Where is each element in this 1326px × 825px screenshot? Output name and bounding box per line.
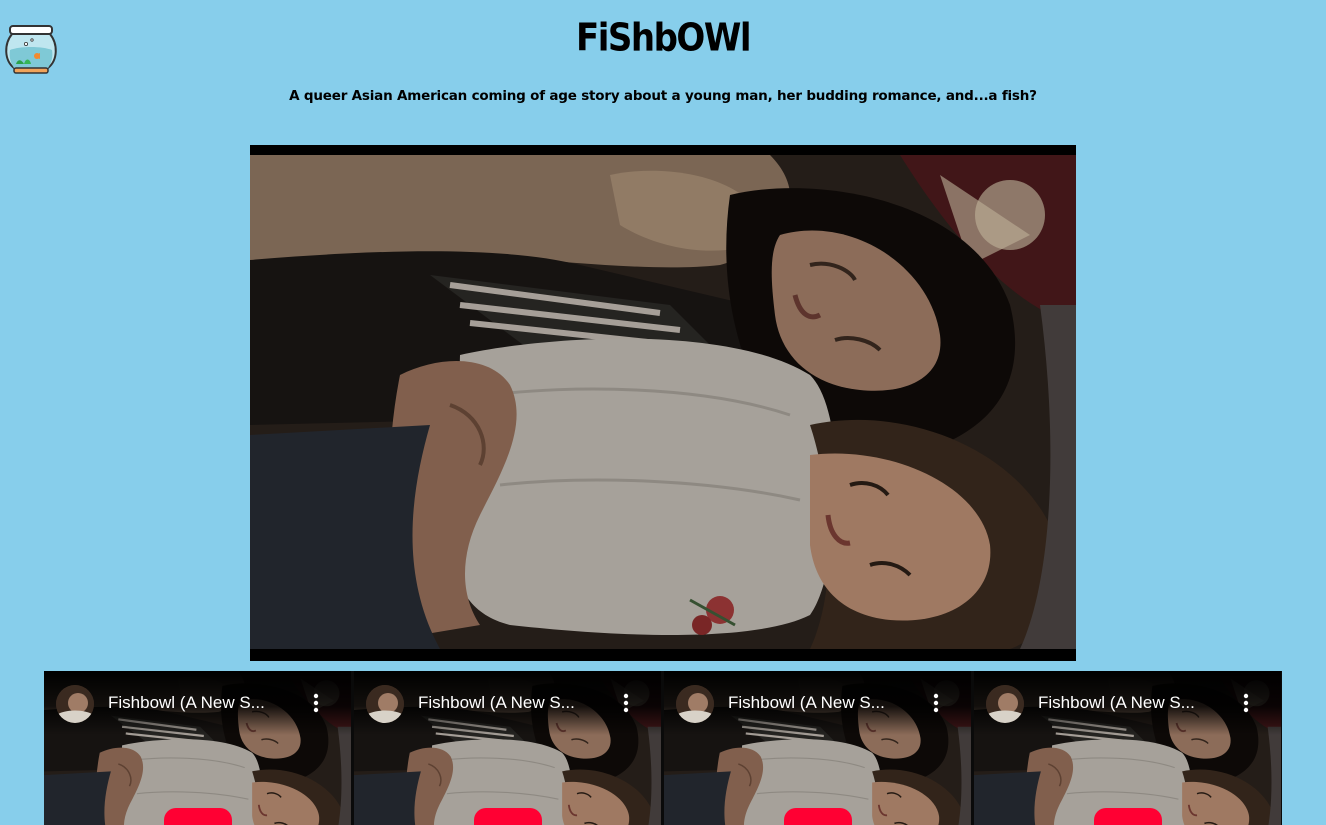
video-title[interactable]: Fishbowl (A New S... [108,693,265,713]
more-vertical-icon[interactable] [309,691,323,715]
play-icon[interactable] [784,808,852,825]
more-vertical-icon[interactable] [929,691,943,715]
film-still-image [250,155,1076,649]
channel-avatar[interactable] [56,685,94,723]
video-card[interactable]: Fishbowl (A New S... [664,671,971,825]
video-title[interactable]: Fishbowl (A New S... [728,693,885,713]
page-subtitle: A queer Asian American coming of age sto… [289,88,1037,104]
video-card[interactable]: Fishbowl (A New S... [354,671,661,825]
play-icon[interactable] [1094,808,1162,825]
video-card[interactable]: Fishbowl (A New S... [974,671,1281,825]
channel-avatar[interactable] [676,685,714,723]
page-title: FiShbOWl [576,15,751,61]
video-title[interactable]: Fishbowl (A New S... [1038,693,1195,713]
more-vertical-icon[interactable] [619,691,633,715]
play-icon[interactable] [474,808,542,825]
video-title[interactable]: Fishbowl (A New S... [418,693,575,713]
channel-avatar[interactable] [986,685,1024,723]
more-vertical-icon[interactable] [1239,691,1253,715]
play-icon[interactable] [164,808,232,825]
channel-avatar[interactable] [366,685,404,723]
video-strip: Fishbowl (A New S... Fishbowl (A New S..… [44,671,1282,825]
hero-image [250,145,1076,661]
video-card[interactable]: Fishbowl (A New S... [44,671,351,825]
